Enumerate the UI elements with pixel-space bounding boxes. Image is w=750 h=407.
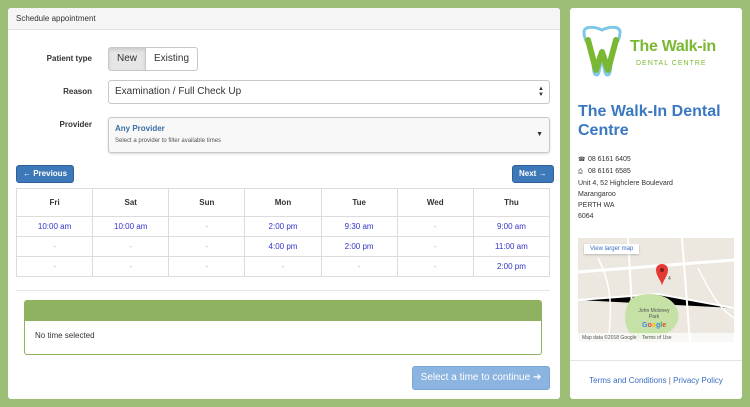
fax-line: ⎙ 08 6161 6585 bbox=[578, 166, 673, 178]
location-map[interactable]: View larger map 4 John Moloney Park Goog… bbox=[578, 238, 734, 342]
empty-slot: - bbox=[168, 216, 246, 237]
address-line: 6064 bbox=[578, 213, 594, 220]
day-header: Thu bbox=[472, 188, 551, 217]
table-row: - - - - - - 2:00 pm bbox=[15, 256, 551, 277]
reason-select[interactable]: Examination / Full Check Up ▲ ▼ bbox=[108, 80, 550, 104]
empty-slot: - bbox=[15, 236, 94, 257]
time-slot[interactable]: 9:30 am bbox=[320, 216, 398, 237]
continue-button[interactable]: Select a time to continue ➔ bbox=[412, 366, 550, 390]
day-header: Tue bbox=[320, 188, 398, 217]
patient-type-toggle: New Existing bbox=[108, 47, 199, 71]
next-button[interactable]: Next → bbox=[512, 165, 554, 183]
table-row: 10:00 am 10:00 am - 2:00 pm 9:30 am - 9:… bbox=[15, 216, 551, 237]
clinic-logo: The Walk-in DENTAL CENTRE bbox=[580, 26, 740, 84]
fax-number: 08 6161 6585 bbox=[587, 168, 631, 175]
reason-value: Examination / Full Check Up bbox=[115, 86, 242, 97]
map-terms-link[interactable]: Terms of Use bbox=[642, 335, 671, 341]
terms-link[interactable]: Terms and Conditions bbox=[589, 376, 666, 385]
map-footer: Map data ©2018 Google Terms of Use bbox=[578, 333, 734, 342]
existing-patient-button[interactable]: Existing bbox=[146, 47, 199, 71]
view-larger-map-link[interactable]: View larger map bbox=[584, 244, 640, 254]
selection-status: No time selected bbox=[35, 331, 95, 340]
empty-slot: - bbox=[320, 256, 398, 277]
map-marker-label: 4 bbox=[668, 276, 671, 282]
footer-separator: | bbox=[668, 376, 671, 385]
empty-slot: - bbox=[92, 236, 170, 257]
logo-subtitle: DENTAL CENTRE bbox=[636, 60, 707, 67]
divider bbox=[16, 290, 550, 291]
table-row: - - - 4:00 pm 2:00 pm - 11:00 am bbox=[15, 236, 551, 257]
time-slot[interactable]: 2:00 pm bbox=[244, 216, 322, 237]
provider-label: Provider bbox=[59, 120, 92, 129]
time-slot[interactable]: 4:00 pm bbox=[244, 236, 322, 257]
google-logo: Google bbox=[642, 322, 667, 329]
contact-info: ☎ 08 6161 6405 ⎙ 08 6161 6585 Unit 4, 52… bbox=[578, 154, 673, 222]
empty-slot: - bbox=[396, 256, 474, 277]
day-header: Fri bbox=[15, 188, 94, 217]
fax-icon: ⎙ bbox=[578, 169, 583, 175]
day-header: Sat bbox=[92, 188, 170, 217]
empty-slot: - bbox=[92, 256, 170, 277]
logo-title: The Walk-in bbox=[630, 38, 716, 55]
provider-hint: Select a provider to filter available ti… bbox=[115, 138, 222, 144]
provider-select[interactable]: Any Provider Select a provider to filter… bbox=[108, 117, 550, 153]
patient-type-row: Patient type New Existing bbox=[8, 47, 560, 71]
time-slot[interactable]: 2:00 pm bbox=[472, 256, 551, 277]
phone-icon: ☎ bbox=[578, 157, 586, 163]
provider-value: Any Provider bbox=[115, 124, 165, 133]
divider bbox=[570, 360, 742, 361]
selection-panel-header bbox=[25, 301, 541, 321]
new-patient-button[interactable]: New bbox=[108, 47, 147, 71]
provider-row: Provider Any Provider Select a provider … bbox=[8, 117, 560, 153]
empty-slot: - bbox=[396, 236, 474, 257]
day-header: Sun bbox=[168, 188, 246, 217]
time-slot[interactable]: 11:00 am bbox=[472, 236, 551, 257]
map-attribution: Map data ©2018 Google bbox=[582, 335, 637, 341]
address-line: Marangaroo bbox=[578, 191, 616, 198]
empty-slot: - bbox=[168, 256, 246, 277]
clinic-name: The Walk-In Dental Centre bbox=[578, 103, 721, 139]
address-line: Unit 4, 52 Highclere Boulevard bbox=[578, 180, 673, 187]
table-header-row: Fri Sat Sun Mon Tue Wed Thu bbox=[15, 188, 551, 217]
empty-slot: - bbox=[244, 256, 322, 277]
reason-label: Reason bbox=[63, 87, 92, 96]
caret-down-icon: ▼ bbox=[536, 131, 543, 138]
tooth-logo-icon bbox=[582, 26, 622, 77]
panel-title: Schedule appointment bbox=[8, 8, 560, 30]
time-slot[interactable]: 10:00 am bbox=[92, 216, 170, 237]
day-header: Wed bbox=[396, 188, 474, 217]
time-slot[interactable]: 10:00 am bbox=[15, 216, 94, 237]
availability-table: Fri Sat Sun Mon Tue Wed Thu 10:00 am 10:… bbox=[15, 188, 551, 277]
address-line: PERTH WA bbox=[578, 202, 615, 209]
empty-slot: - bbox=[396, 216, 474, 237]
privacy-link[interactable]: Privacy Policy bbox=[673, 376, 723, 385]
map-park-label: John Moloney Park bbox=[638, 308, 670, 320]
previous-button[interactable]: ← Previous bbox=[16, 165, 75, 183]
time-slot[interactable]: 2:00 pm bbox=[320, 236, 398, 257]
patient-type-label: Patient type bbox=[46, 54, 92, 63]
day-header: Mon bbox=[244, 188, 322, 217]
phone-number: 08 6161 6405 bbox=[587, 156, 631, 163]
empty-slot: - bbox=[15, 256, 94, 277]
selection-panel: No time selected bbox=[24, 300, 542, 355]
time-slot[interactable]: 9:00 am bbox=[472, 216, 551, 237]
reason-row: Reason Examination / Full Check Up ▲ ▼ bbox=[8, 80, 560, 104]
phone-line: ☎ 08 6161 6405 bbox=[578, 154, 673, 166]
schedule-panel: Schedule appointment Patient type New Ex… bbox=[8, 8, 560, 399]
clinic-sidebar: The Walk-in DENTAL CENTRE The Walk-In De… bbox=[570, 8, 742, 399]
empty-slot: - bbox=[168, 236, 246, 257]
updown-icon: ▲ ▼ bbox=[538, 86, 544, 98]
footer-links: Terms and Conditions | Privacy Policy bbox=[570, 376, 742, 385]
